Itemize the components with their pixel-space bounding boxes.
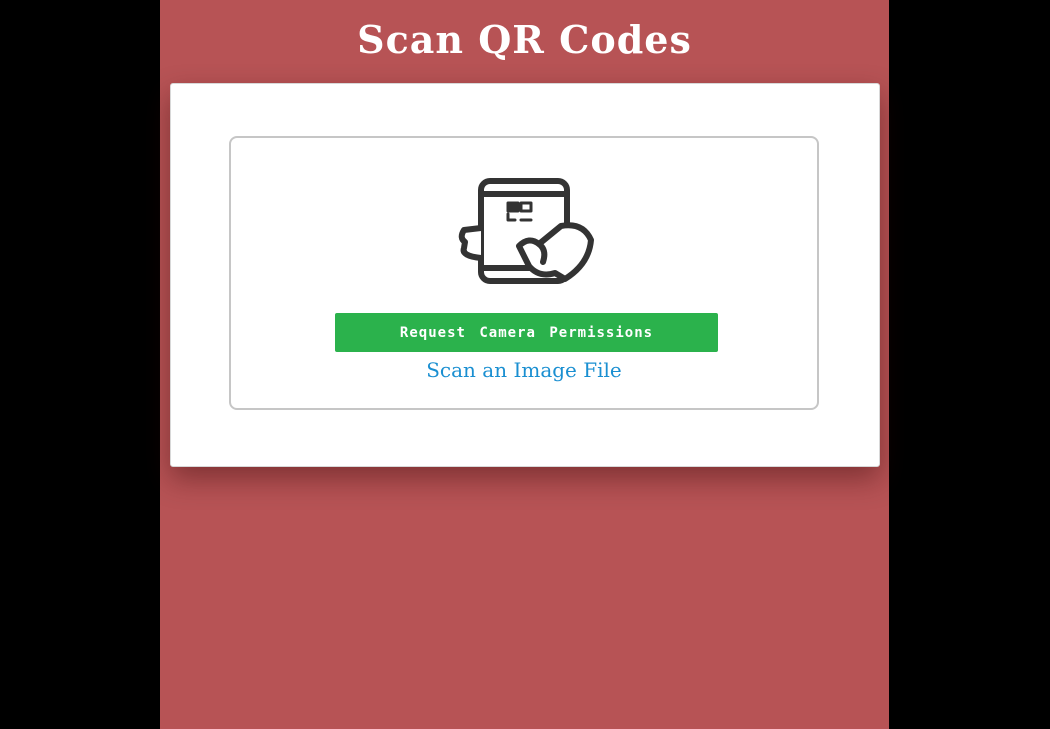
- scanner-card: Request Camera Permissions Scan an Image…: [170, 83, 880, 467]
- request-camera-permissions-button[interactable]: Request Camera Permissions: [335, 313, 718, 352]
- scan-image-file-link[interactable]: Scan an Image File: [231, 356, 817, 384]
- page-title: Scan QR Codes: [357, 17, 692, 62]
- app-viewport: Scan QR Codes Request Camera Permissions…: [160, 0, 889, 729]
- phone-qr-scan-icon: [458, 178, 594, 284]
- scan-region: Request Camera Permissions Scan an Image…: [229, 136, 819, 410]
